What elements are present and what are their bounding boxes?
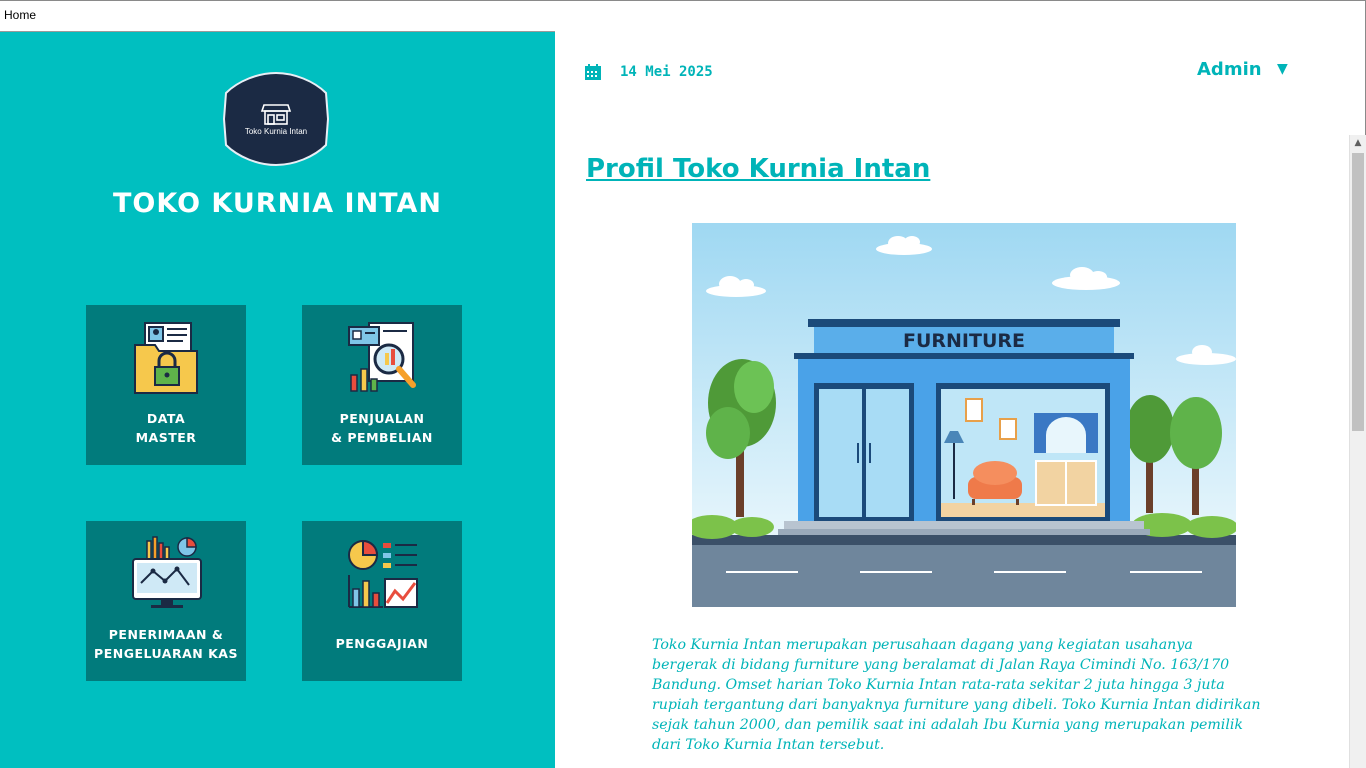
pie-bar-chart-icon	[348, 539, 418, 608]
report-magnifier-icon	[348, 322, 416, 392]
menu-label-line1: PENJUALAN	[339, 411, 425, 426]
calendar-icon	[585, 64, 601, 80]
menu-label-line2: MASTER	[135, 430, 197, 445]
monitor-chart-icon	[132, 536, 202, 608]
window-border	[555, 0, 1366, 1]
logo-text: Toko Kurnia Intan	[245, 127, 307, 136]
menu-label: PENGGAJIAN	[335, 636, 429, 651]
user-menu[interactable]: Admin	[1197, 59, 1262, 80]
menu-label-line1: PENERIMAAN &	[108, 627, 224, 642]
store-illustration: FURNITURE	[692, 223, 1236, 607]
menu-label-line2: PENGELUARAN KAS	[94, 646, 238, 661]
store-logo: Toko Kurnia Intan	[222, 71, 330, 167]
menu-data-master[interactable]: DATA MASTER	[86, 305, 246, 465]
menu-penerimaan-pengeluaran-kas[interactable]: PENERIMAAN & PENGELUARAN KAS	[86, 521, 246, 681]
chevron-down-icon[interactable]: ▼	[1277, 61, 1288, 77]
window-tab-title: Home	[4, 8, 37, 22]
menu-label-line1: DATA	[146, 411, 186, 426]
page-title: Profil Toko Kurnia Intan	[586, 154, 931, 184]
current-date: 14 Mei 2025	[620, 64, 713, 80]
sidebar: Toko Kurnia Intan TOKO KURNIA INTAN DATA…	[0, 32, 555, 768]
vertical-scrollbar[interactable]: ▲	[1349, 135, 1366, 768]
menu-penjualan-pembelian[interactable]: PENJUALAN & PEMBELIAN	[302, 305, 462, 465]
menu-penggajian[interactable]: PENGGAJIAN	[302, 521, 462, 681]
menu-label-line2: & PEMBELIAN	[331, 430, 433, 445]
folder-lock-icon	[134, 322, 198, 394]
store-description: Toko Kurnia Intan merupakan perusahaan d…	[652, 637, 1261, 753]
brand-title: TOKO KURNIA INTAN	[113, 188, 442, 219]
scroll-up-icon[interactable]: ▲	[1350, 135, 1366, 152]
window-tab[interactable]: Home	[0, 0, 555, 32]
scroll-thumb[interactable]	[1352, 153, 1364, 431]
store-sign: FURNITURE	[903, 330, 1025, 352]
